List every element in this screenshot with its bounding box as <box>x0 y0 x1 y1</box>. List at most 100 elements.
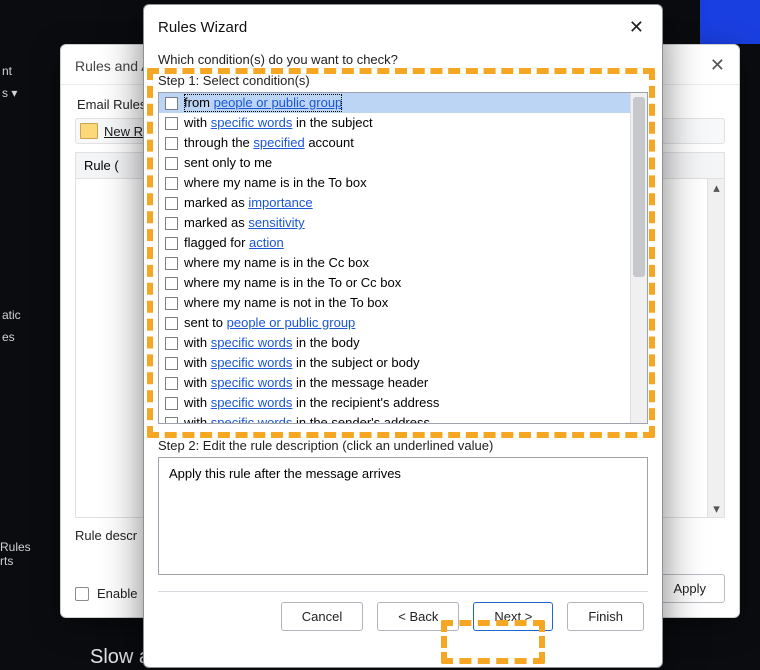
ribbon-left-fragment: nt s ▾ atic es <box>0 60 35 360</box>
condition-text: with <box>184 355 211 370</box>
condition-text: account <box>305 135 354 150</box>
scroll-up-icon[interactable]: ▴ <box>708 179 725 196</box>
wizard-button-row: Cancel < Back Next > Finish <box>158 602 648 633</box>
condition-item[interactable]: marked as sensitivity <box>159 213 630 233</box>
back-button[interactable]: < Back <box>377 602 459 631</box>
condition-link[interactable]: specific words <box>211 415 293 423</box>
condition-item[interactable]: with specific words in the subject or bo… <box>159 353 630 373</box>
finish-button[interactable]: Finish <box>567 602 644 631</box>
condition-link[interactable]: action <box>249 235 284 250</box>
condition-text: in the subject or body <box>292 355 419 370</box>
condition-checkbox[interactable] <box>165 217 178 230</box>
condition-checkbox[interactable] <box>165 257 178 270</box>
condition-item[interactable]: with specific words in the recipient's a… <box>159 393 630 413</box>
condition-text: in the recipient's address <box>292 395 439 410</box>
condition-text: where my name is not in the To box <box>184 295 388 310</box>
rules-alerts-button-row: Apply <box>654 574 725 603</box>
condition-item[interactable]: flagged for action <box>159 233 630 253</box>
condition-item[interactable]: with specific words in the subject <box>159 113 630 133</box>
condition-text: sent only to me <box>184 155 272 170</box>
condition-text: where my name is in the To or Cc box <box>184 275 401 290</box>
condition-link[interactable]: sensitivity <box>248 215 304 230</box>
condition-link[interactable]: specified <box>253 135 304 150</box>
rule-description-label: Rule descr <box>75 528 137 543</box>
condition-text: with <box>184 415 211 423</box>
condition-item[interactable]: where my name is in the Cc box <box>159 253 630 273</box>
close-icon[interactable]: ✕ <box>710 55 725 76</box>
condition-text: with <box>184 335 211 350</box>
condition-item[interactable]: where my name is in the To box <box>159 173 630 193</box>
step2-label: Step 2: Edit the rule description (click… <box>158 438 648 453</box>
rules-and-alerts-title: Rules and A <box>75 58 151 74</box>
divider <box>158 591 648 592</box>
condition-link[interactable]: people or public group <box>214 95 343 110</box>
condition-checkbox[interactable] <box>165 417 178 424</box>
condition-link[interactable]: people or public group <box>227 315 356 330</box>
rule-description-text: Apply this rule after the message arrive… <box>169 466 401 481</box>
condition-item[interactable]: sent to people or public group <box>159 313 630 333</box>
condition-link[interactable]: specific words <box>211 355 293 370</box>
ribbon-left-lower-fragment: Rules rts <box>0 540 40 568</box>
condition-item[interactable]: with specific words in the message heade… <box>159 373 630 393</box>
condition-item[interactable]: with specific words in the sender's addr… <box>159 413 630 423</box>
condition-link[interactable]: specific words <box>211 335 293 350</box>
condition-text: marked as <box>184 215 248 230</box>
rules-list-scrollbar[interactable]: ▴ ▾ <box>707 179 724 517</box>
condition-item[interactable]: marked as importance <box>159 193 630 213</box>
condition-checkbox[interactable] <box>165 397 178 410</box>
rules-list-header-rule: Rule ( <box>84 158 119 173</box>
condition-text: with <box>184 375 211 390</box>
scrollbar-thumb[interactable] <box>633 97 645 277</box>
rule-description-box[interactable]: Apply this rule after the message arrive… <box>158 457 648 575</box>
condition-link[interactable]: specific words <box>211 395 293 410</box>
condition-checkbox[interactable] <box>165 137 178 150</box>
scroll-down-icon[interactable]: ▾ <box>708 500 725 517</box>
condition-link[interactable]: specific words <box>211 375 293 390</box>
condition-link[interactable]: importance <box>248 195 312 210</box>
new-rule-button[interactable]: New R <box>104 124 143 139</box>
cancel-button[interactable]: Cancel <box>281 602 363 631</box>
new-rule-icon <box>80 123 98 139</box>
ribbon-fragment-text: s ▾ <box>0 82 35 104</box>
condition-checkbox[interactable] <box>165 277 178 290</box>
condition-checkbox[interactable] <box>165 157 178 170</box>
condition-item[interactable]: through the specified account <box>159 133 630 153</box>
condition-text: through the <box>184 135 253 150</box>
condition-text: flagged for <box>184 235 249 250</box>
enable-label: Enable <box>97 586 137 601</box>
wizard-question: Which condition(s) do you want to check? <box>158 46 648 67</box>
enable-checkbox[interactable] <box>75 587 89 601</box>
condition-link[interactable]: specific words <box>211 115 293 130</box>
condition-item[interactable]: from people or public group <box>159 93 630 113</box>
close-icon[interactable]: ✕ <box>625 15 648 40</box>
condition-checkbox[interactable] <box>165 97 178 110</box>
condition-checkbox[interactable] <box>165 377 178 390</box>
condition-text: with <box>184 395 211 410</box>
condition-checkbox[interactable] <box>165 237 178 250</box>
condition-text: where my name is in the Cc box <box>184 255 369 270</box>
ribbon-fragment-text: nt <box>0 60 35 82</box>
next-button[interactable]: Next > <box>473 602 553 631</box>
apply-button[interactable]: Apply <box>654 574 725 603</box>
condition-checkbox[interactable] <box>165 337 178 350</box>
condition-item[interactable]: sent only to me <box>159 153 630 173</box>
condition-item[interactable]: where my name is in the To or Cc box <box>159 273 630 293</box>
condition-checkbox[interactable] <box>165 357 178 370</box>
condition-checkbox[interactable] <box>165 317 178 330</box>
conditions-listbox[interactable]: from people or public group with specifi… <box>158 92 648 424</box>
conditions-scrollbar[interactable] <box>630 93 647 423</box>
condition-checkbox[interactable] <box>165 197 178 210</box>
ribbon-fragment-text: es <box>0 326 35 348</box>
condition-checkbox[interactable] <box>165 297 178 310</box>
condition-text: in the subject <box>292 115 372 130</box>
condition-checkbox[interactable] <box>165 177 178 190</box>
condition-checkbox[interactable] <box>165 117 178 130</box>
condition-text: marked as <box>184 195 248 210</box>
rules-wizard-title: Rules Wizard <box>158 19 247 36</box>
condition-item[interactable]: with specific words in the body <box>159 333 630 353</box>
condition-item[interactable]: where my name is not in the To box <box>159 293 630 313</box>
condition-text: in the sender's address <box>292 415 430 423</box>
ribbon-fragment-text: atic <box>0 304 35 326</box>
rules-wizard-dialog: Rules Wizard ✕ Which condition(s) do you… <box>143 4 663 668</box>
window-titlebar-fragment <box>700 0 760 44</box>
